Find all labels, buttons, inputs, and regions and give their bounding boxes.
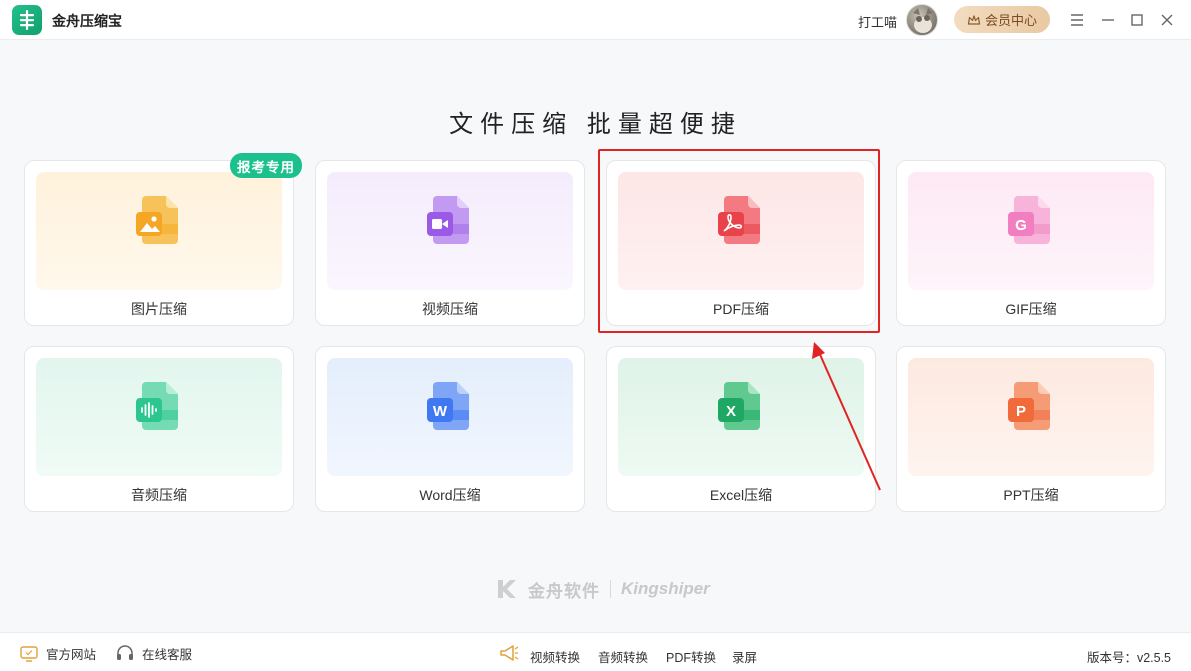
brand-watermark: 金舟软件 Kingshiper	[496, 575, 710, 603]
monitor-icon	[20, 645, 38, 662]
audio-file-icon	[136, 382, 178, 430]
online-support-label: 在线客服	[142, 648, 193, 662]
avatar[interactable]	[906, 4, 938, 36]
online-support-link[interactable]: 在线客服	[116, 644, 192, 663]
video-compress-card[interactable]: 视频压缩	[315, 160, 585, 326]
pdf-compress-card[interactable]: PDF压缩	[606, 160, 876, 326]
pdf-file-icon	[718, 196, 760, 244]
excel-compress-card[interactable]: X Excel压缩	[606, 346, 876, 512]
card-label: PDF压缩	[713, 301, 769, 317]
audio-convert-link[interactable]: 音频转换	[598, 647, 648, 666]
svg-text:P: P	[1016, 403, 1026, 420]
app-logo-icon	[12, 5, 42, 35]
watermark-cn: 金舟软件	[528, 581, 600, 601]
minimize-icon[interactable]	[1096, 8, 1120, 32]
watermark-divider	[610, 580, 611, 598]
card-label: PPT压缩	[1003, 487, 1059, 503]
card-label: GIF压缩	[1005, 301, 1057, 317]
exam-badge: 报考专用	[230, 153, 302, 178]
pdf-convert-link[interactable]: PDF转换	[666, 647, 716, 666]
gif-compress-card[interactable]: G GIF压缩	[896, 160, 1166, 326]
card-label: Excel压缩	[709, 487, 773, 503]
brand-k-icon	[498, 580, 516, 598]
status-bar: 官方网站 在线客服 视频转换 音频转换 PDF转换 录屏 版本号：v2.5.5	[0, 632, 1191, 671]
svg-text:G: G	[1015, 217, 1027, 234]
page-headline: 文件压缩 批量超便捷	[449, 111, 742, 138]
vip-center-label: 会员中心	[984, 13, 1037, 28]
headset-icon	[117, 645, 133, 660]
word-compress-card[interactable]: W Word压缩	[315, 346, 585, 512]
word-file-icon: W	[427, 382, 469, 430]
ppt-compress-card[interactable]: P PPT压缩	[896, 346, 1166, 512]
image-compress-card[interactable]: 图片压缩	[24, 160, 294, 326]
excel-file-icon: X	[718, 382, 760, 430]
vip-center-button[interactable]: 会员中心	[954, 6, 1050, 33]
app-title: 金舟压缩宝	[52, 13, 122, 29]
title-bar: 金舟压缩宝 打工喵 会员中心	[0, 0, 1191, 40]
card-label: 音频压缩	[131, 487, 187, 503]
official-website-link[interactable]: 官方网站	[20, 644, 96, 663]
screen-record-link[interactable]: 录屏	[732, 647, 757, 666]
card-label: Word压缩	[419, 487, 481, 503]
close-icon[interactable]	[1155, 8, 1179, 32]
crown-icon	[967, 14, 981, 25]
version-label: 版本号：v2.5.5	[1086, 651, 1171, 665]
user-name[interactable]: 打工喵	[858, 12, 897, 31]
megaphone-icon	[500, 645, 519, 661]
watermark-en: Kingshiper	[621, 579, 710, 598]
gif-file-icon: G	[1008, 196, 1050, 244]
card-label: 图片压缩	[131, 301, 187, 317]
card-label: 视频压缩	[422, 301, 478, 317]
image-file-icon	[136, 196, 178, 244]
official-website-label: 官方网站	[46, 648, 97, 662]
video-file-icon	[427, 196, 469, 244]
svg-text:W: W	[433, 403, 448, 420]
svg-text:X: X	[726, 403, 736, 420]
ppt-file-icon: P	[1008, 382, 1050, 430]
menu-icon[interactable]	[1065, 8, 1089, 32]
maximize-icon[interactable]	[1125, 8, 1149, 32]
audio-compress-card[interactable]: 音频压缩	[24, 346, 294, 512]
video-convert-link[interactable]: 视频转换	[530, 647, 580, 666]
